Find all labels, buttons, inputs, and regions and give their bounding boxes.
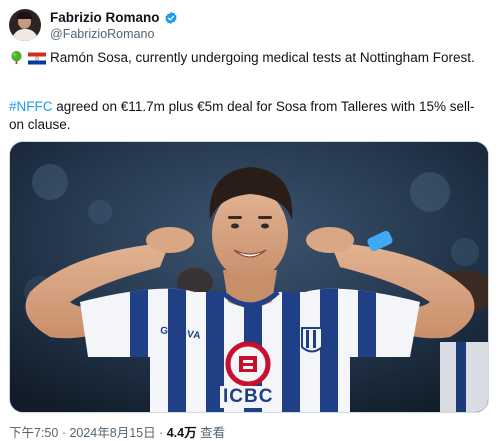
view-count-label: 查看 [196,426,226,440]
paraguay-flag-icon [28,52,46,65]
post-time[interactable]: 下午7:50 [9,426,58,440]
hashtag-link[interactable]: #NFFC [9,99,53,114]
tweet-text-line2: agreed on €11.7m plus €5m deal for Sosa … [9,99,475,132]
author-handle[interactable]: @FabrizioRomano [50,27,178,41]
tweet-header: Fabrizio Romano @FabrizioRomano [9,8,178,42]
meta-separator: · [58,426,70,440]
verified-badge-icon [164,11,177,24]
player-photo [10,142,488,412]
meta-separator: · [155,426,167,440]
tweet-media-photo[interactable]: GIVOVA ICBC [9,141,489,413]
tweet-metadata: 下午7:50 · 2024年8月15日 · 4.4万 查看 [9,422,225,441]
tweet-text-paragraph-1: Ramón Sosa, currently undergoing medical… [9,49,487,67]
author-display-name[interactable]: Fabrizio Romano [50,10,160,25]
tree-icon [11,50,22,65]
post-date[interactable]: 2024年8月15日 [69,426,155,440]
tweet-text-line1: Ramón Sosa, currently undergoing medical… [50,50,475,65]
view-count: 4.4万 [166,426,197,440]
author-names: Fabrizio Romano @FabrizioRomano [50,9,178,41]
author-avatar[interactable] [9,9,41,41]
tweet-text-paragraph-2: #NFFC agreed on €11.7m plus €5m deal for… [9,98,487,134]
tweet: Fabrizio Romano @FabrizioRomano Ramón So… [0,0,500,440]
kit-sponsor-text: ICBC [220,386,277,408]
